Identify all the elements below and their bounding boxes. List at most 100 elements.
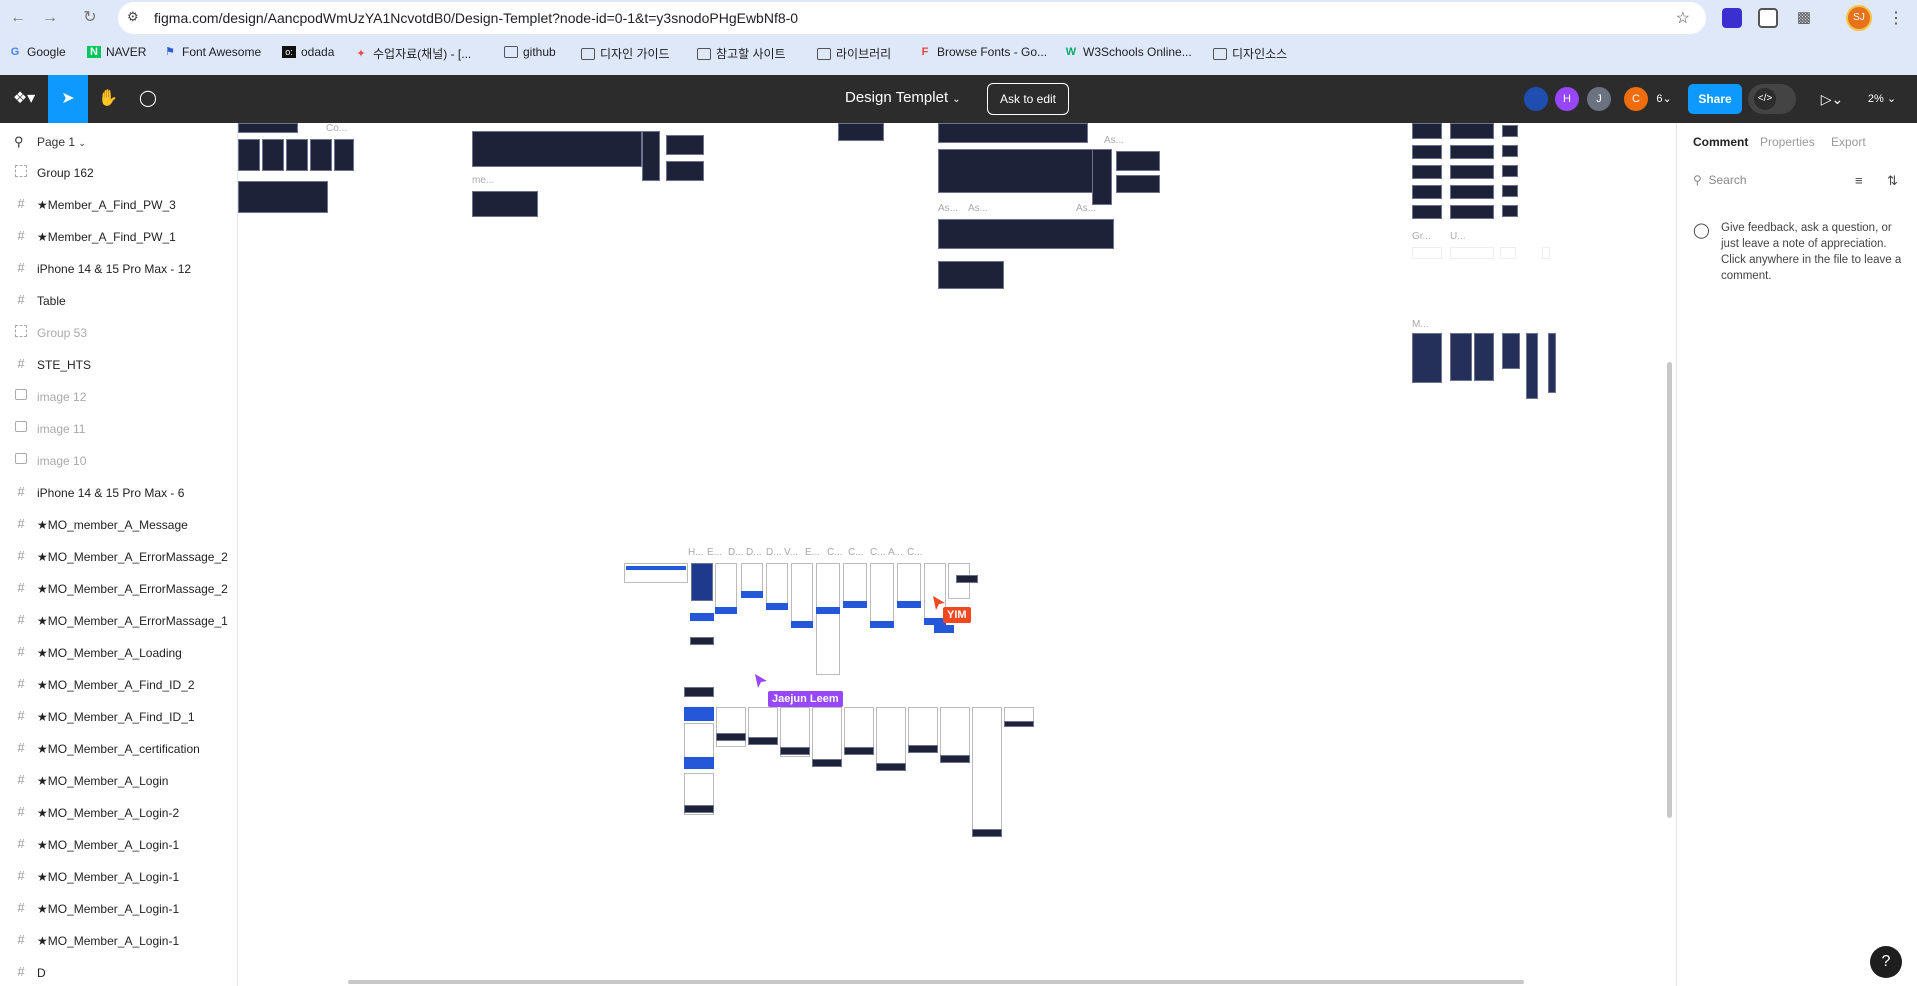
reload-icon[interactable]: ↻ xyxy=(80,8,100,28)
frame-thumbnail[interactable] xyxy=(1474,333,1494,381)
comment-search[interactable]: ⚲ Search xyxy=(1693,173,1747,187)
frame-thumbnail[interactable] xyxy=(938,219,1114,249)
bookmark-w3schools[interactable]: W W3Schools Online... xyxy=(1064,45,1192,59)
frame-thumbnail[interactable] xyxy=(238,139,260,171)
frame-thumbnail[interactable] xyxy=(690,637,714,645)
frame-thumbnail[interactable] xyxy=(938,123,1088,143)
layer-item[interactable]: # ★MO_Member_A_Find_ID_1 xyxy=(0,701,237,733)
frame-thumbnail[interactable] xyxy=(684,687,714,697)
frame-thumbnail[interactable] xyxy=(1502,125,1518,137)
filter-icon[interactable]: ≡ xyxy=(1855,173,1863,188)
layer-item[interactable]: image 11 xyxy=(0,413,237,445)
layer-item[interactable]: # iPhone 14 & 15 Pro Max - 12 xyxy=(0,253,237,285)
frame-thumbnail[interactable] xyxy=(1450,123,1494,139)
url-text[interactable]: figma.com/design/AancpodWmUzYA1NcvotdB0/… xyxy=(154,10,798,26)
profile-avatar[interactable]: SJ xyxy=(1846,5,1872,31)
frame-thumbnail[interactable] xyxy=(876,707,906,771)
layer-item[interactable]: # iPhone 14 & 15 Pro Max - 6 xyxy=(0,477,237,509)
frame-thumbnail[interactable] xyxy=(286,139,308,171)
layer-item[interactable]: # ★MO_Member_A_Login-1 xyxy=(0,829,237,861)
frame-thumbnail[interactable] xyxy=(940,755,970,763)
layer-item[interactable]: # ★MO_Member_A_Login-1 xyxy=(0,893,237,925)
frame-thumbnail[interactable] xyxy=(938,149,1098,193)
page-label[interactable]: Page 1 ⌄ xyxy=(37,135,86,149)
extension-icon[interactable] xyxy=(1722,8,1742,28)
frame-thumbnail[interactable] xyxy=(780,747,810,755)
avatar[interactable]: C xyxy=(1624,87,1648,111)
frame-thumbnail[interactable] xyxy=(715,563,737,611)
cursor-icon[interactable]: ➤ xyxy=(56,87,80,111)
frame-thumbnail[interactable] xyxy=(1548,333,1556,393)
layer-item[interactable]: # ★MO_Member_A_Login-1 xyxy=(0,925,237,957)
frame-thumbnail[interactable] xyxy=(238,181,328,213)
bookmark-design-guide[interactable]: 디자인 가이드 xyxy=(581,45,670,62)
horizontal-scrollbar[interactable] xyxy=(348,980,1524,984)
comment-tool-icon[interactable]: ◯ xyxy=(136,87,160,111)
frame-thumbnail[interactable] xyxy=(642,131,660,181)
layer-item[interactable]: # ★MO_Member_A_Loading xyxy=(0,637,237,669)
bookmark-naver[interactable]: N NAVER xyxy=(87,45,146,59)
bookmark-library[interactable]: 라이브러리 xyxy=(817,45,891,62)
frame-thumbnail[interactable] xyxy=(1412,165,1442,179)
frame-thumbnail[interactable] xyxy=(812,759,842,767)
layer-item[interactable]: # ★MO_Member_A_Login xyxy=(0,765,237,797)
avatar[interactable]: J xyxy=(1587,87,1611,111)
layer-item[interactable]: # ★MO_Member_A_certification xyxy=(0,733,237,765)
frame-thumbnail[interactable] xyxy=(1412,247,1442,259)
collaborator-count[interactable]: 6⌄ xyxy=(1652,87,1676,111)
frame-thumbnail[interactable] xyxy=(1526,333,1538,399)
avatar[interactable] xyxy=(1524,87,1548,111)
bookmark-class-materials[interactable]: ✦ 수업자료(채널) - [... xyxy=(354,45,471,62)
puzzle-extensions-icon[interactable]: ▩ xyxy=(1794,8,1814,28)
layer-item[interactable]: Group 53 xyxy=(0,317,237,349)
frame-thumbnail[interactable] xyxy=(238,123,298,133)
frame-thumbnail[interactable] xyxy=(691,563,713,601)
tab-icon[interactable] xyxy=(1758,8,1778,28)
frame-thumbnail[interactable] xyxy=(1450,205,1494,219)
figma-menu-icon[interactable]: ❖▾ xyxy=(10,87,38,111)
frame-thumbnail[interactable] xyxy=(972,707,1002,837)
vertical-scrollbar[interactable] xyxy=(1667,362,1672,818)
frame-thumbnail[interactable] xyxy=(1450,247,1494,259)
frame-thumbnail[interactable] xyxy=(972,829,1002,837)
avatar[interactable]: H xyxy=(1555,87,1579,111)
frame-thumbnail[interactable] xyxy=(956,575,978,583)
document-title[interactable]: Design Templet ⌄ xyxy=(845,89,961,106)
frame-thumbnail[interactable] xyxy=(843,563,867,605)
bookmark-google[interactable]: G Google xyxy=(8,45,66,59)
layer-item[interactable]: image 10 xyxy=(0,445,237,477)
frame-thumbnail[interactable] xyxy=(1004,721,1034,727)
frame-thumbnail[interactable] xyxy=(1502,205,1518,217)
frame-thumbnail[interactable] xyxy=(1502,185,1518,197)
back-icon[interactable]: ← xyxy=(8,8,28,28)
canvas[interactable]: Co... me... As... As... As... As... Gr..… xyxy=(238,123,1675,986)
frame-thumbnail[interactable] xyxy=(1116,151,1160,171)
frame-thumbnail[interactable] xyxy=(791,563,813,625)
frame-thumbnail[interactable] xyxy=(1412,145,1442,159)
frame-thumbnail[interactable] xyxy=(1500,247,1516,259)
frame-thumbnail[interactable] xyxy=(262,139,284,171)
layer-item[interactable]: Group 162 xyxy=(0,157,237,189)
layer-item[interactable]: # ★MO_Member_A_ErrorMassage_2 xyxy=(0,573,237,605)
frame-thumbnail[interactable] xyxy=(1412,123,1442,139)
frame-thumbnail[interactable] xyxy=(1412,333,1442,383)
ask-to-edit-button[interactable]: Ask to edit xyxy=(987,83,1069,115)
bookmark-odada[interactable]: o: odada xyxy=(282,45,334,59)
frame-thumbnail[interactable] xyxy=(1450,165,1494,179)
frame-thumbnail[interactable] xyxy=(876,763,906,771)
frame-thumbnail[interactable] xyxy=(1092,149,1112,205)
tab-comment[interactable]: Comment xyxy=(1693,135,1748,149)
dev-mode-toggle[interactable]: </> xyxy=(1748,84,1796,114)
frame-thumbnail[interactable] xyxy=(334,139,354,171)
frame-thumbnail[interactable] xyxy=(310,139,332,171)
frame-thumbnail[interactable] xyxy=(748,737,778,745)
layer-item[interactable]: # ★MO_Member_A_Login-1 xyxy=(0,861,237,893)
layer-item[interactable]: # Table xyxy=(0,285,237,317)
site-info-icon[interactable]: ⚙ xyxy=(127,9,139,25)
frame-thumbnail[interactable] xyxy=(938,261,1004,289)
layer-item[interactable]: # ★Member_A_Find_PW_1 xyxy=(0,221,237,253)
frame-thumbnail[interactable] xyxy=(1502,333,1520,369)
layer-item[interactable]: # ★Member_A_Find_PW_3 xyxy=(0,189,237,221)
frame-thumbnail[interactable] xyxy=(716,733,746,741)
bookmark-google-fonts[interactable]: F Browse Fonts - Go... xyxy=(918,45,1047,59)
